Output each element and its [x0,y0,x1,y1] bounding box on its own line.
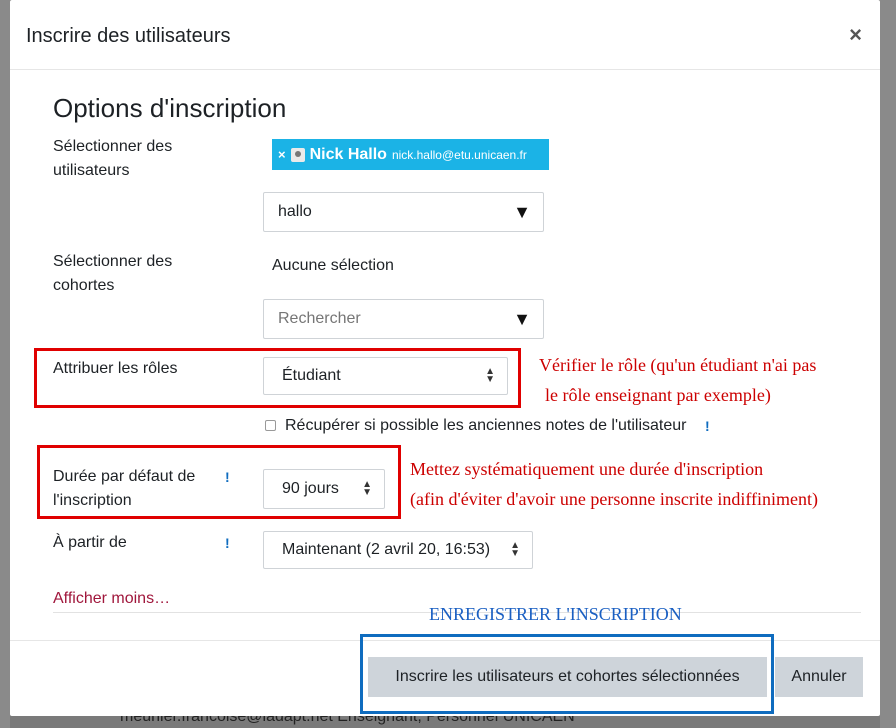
section-title: Options d'inscription [53,93,287,123]
start-select[interactable]: Maintenant (2 avril 20, 16:53) ▲ ▼ [263,531,533,569]
dropdown-arrow-icon[interactable]: ▼ [513,202,531,223]
chip-user-email: nick.hallo@etu.unicaen.fr [391,147,527,162]
user-avatar-icon [290,147,305,162]
cohort-search-input[interactable]: Rechercher ▼ [263,299,544,339]
start-label: À partir de [53,534,127,551]
select-cohorts-label: Sélectionner des cohortes [53,253,173,294]
user-search-value: hallo [278,203,312,220]
remove-user-icon[interactable]: × [278,147,286,162]
user-search-input[interactable]: hallo ▼ [263,192,544,232]
select-updown-icon: ▲ ▼ [510,540,520,559]
cohorts-none-selected: Aucune sélection [272,257,394,274]
role-annotation: Vérifier le rôle (qu'un étudiant n'ai pa… [539,355,817,405]
duration-annotation: Mettez systématiquement une durée d'insc… [410,459,819,509]
start-select-value: Maintenant (2 avril 20, 16:53) [282,541,491,558]
close-icon[interactable]: × [849,22,862,48]
start-help-icon[interactable]: ! [225,535,230,551]
save-annotation: ENREGISTRER L'INSCRIPTION [429,604,682,624]
background-page-left [0,0,10,728]
background-page-right [880,0,896,728]
show-less-link[interactable]: Afficher moins… [53,590,170,608]
dropdown-arrow-icon[interactable]: ▼ [513,309,531,330]
recover-grades-help-icon[interactable]: ! [705,418,710,434]
dialog-title: Inscrire des utilisateurs [26,25,231,47]
role-highlight-box [34,348,521,408]
duration-highlight-box [37,445,401,519]
recover-grades-label: Récupérer si possible les anciennes note… [285,417,687,434]
select-users-label: Sélectionner des utilisateurs [53,138,173,179]
chip-user-name: Nick Hallo [309,145,387,163]
recover-grades-checkbox[interactable] [265,420,276,431]
dialog-header: Inscrire des utilisateurs × [10,0,880,70]
cohort-search-placeholder: Rechercher [278,310,361,327]
save-highlight-box [360,634,774,714]
selected-user-chip[interactable]: × Nick Hallo nick.hallo@etu.unicaen.fr [272,139,549,170]
cancel-button[interactable]: Annuler [775,657,863,697]
